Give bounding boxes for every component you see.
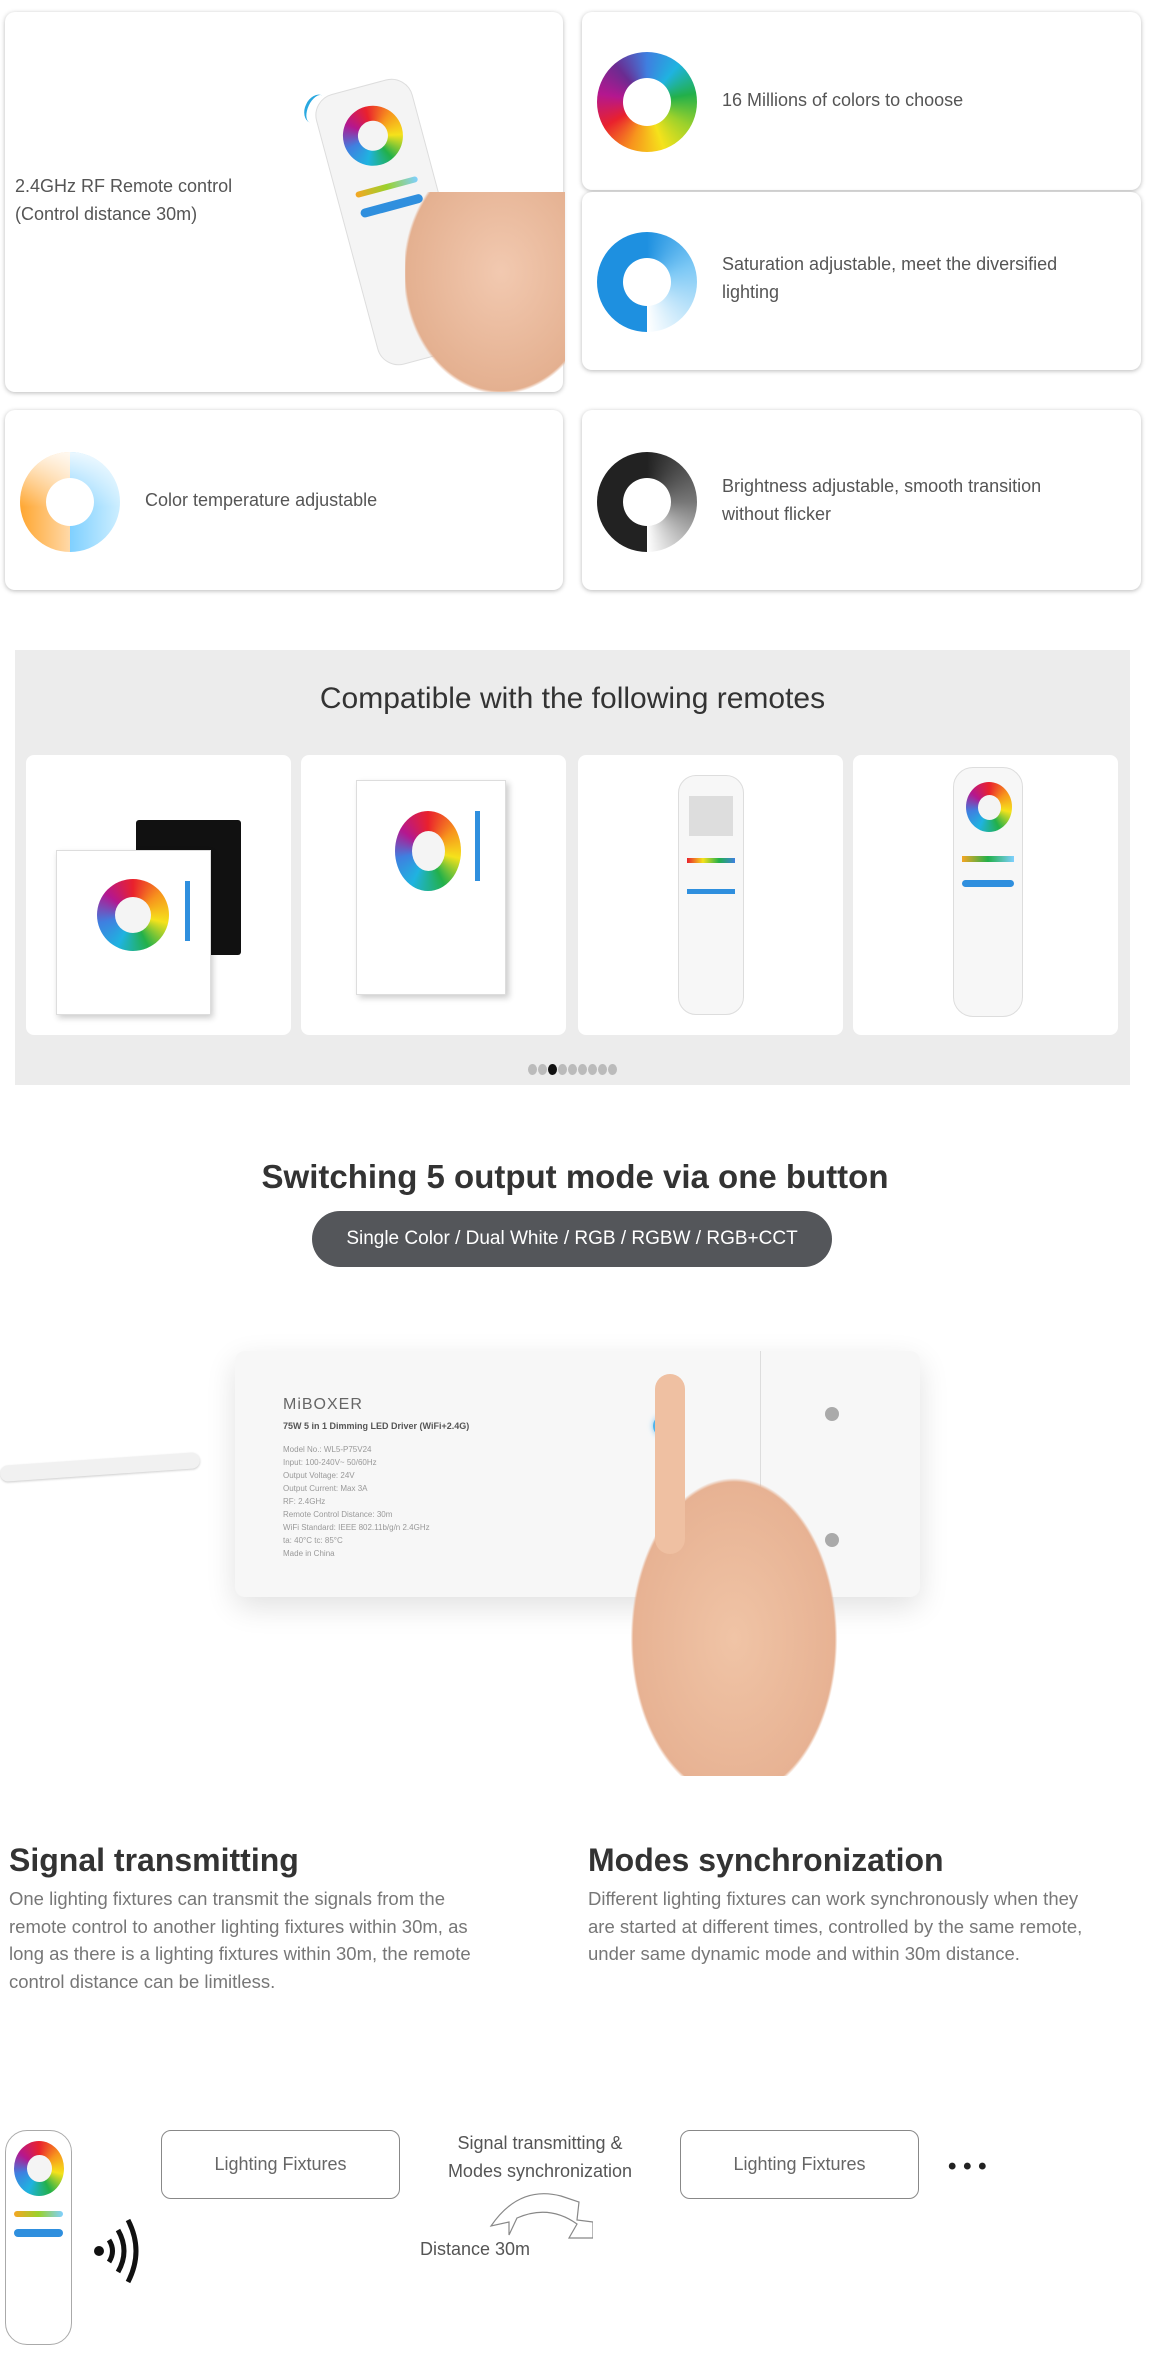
spec-line: WiFi Standard: IEEE 802.11b/g/n 2.4GHz	[283, 1523, 430, 1532]
spec-line: Made in China	[283, 1549, 335, 1558]
carousel-dot[interactable]	[558, 1064, 567, 1075]
carousel-dot[interactable]	[528, 1064, 537, 1075]
feature-brightness-text: Brightness adjustable, smooth transition…	[722, 472, 1041, 528]
feature-text-line: without flicker	[722, 504, 832, 524]
brand-logo: MiBOXER	[283, 1396, 363, 1413]
feature-text-line: 2.4GHz RF Remote control	[15, 176, 233, 196]
sync-text-line: are started at different times, controll…	[588, 1915, 1083, 1937]
hand-image	[405, 192, 565, 392]
color-temperature-ring-icon	[20, 452, 120, 552]
feature-text-line: Brightness adjustable, smooth transition	[722, 476, 1042, 496]
feature-saturation-text: Saturation adjustable, meet the diversif…	[722, 250, 1057, 306]
modes-title: Switching 5 output mode via one button	[261, 1158, 889, 1195]
feature-text-line: (Control distance 30m)	[15, 204, 198, 224]
spec-line: Model No.: WL5-P75V24	[283, 1445, 372, 1454]
hand-pressing-image	[580, 1384, 860, 1776]
modes-pill: Single Color / Dual White / RGB / RGBW /…	[312, 1211, 832, 1267]
carousel-dot[interactable]	[588, 1064, 597, 1075]
spec-line: Output Voltage: 24V	[283, 1471, 355, 1480]
signal-text-line: long as there is a lighting fixtures wit…	[9, 1943, 471, 1964]
led-driver-product-image: MiBOXER 75W 5 in 1 Dimming LED Driver (W…	[0, 1324, 1150, 1776]
feature-card-saturation: Saturation adjustable, meet the diversif…	[582, 192, 1141, 370]
saturation-ring-icon	[597, 232, 697, 332]
remote-card-touch[interactable]	[853, 755, 1118, 1035]
compatible-title: Compatible with the following remotes	[319, 682, 826, 715]
curved-arrow-icon	[489, 2193, 593, 2239]
signal-description: One lighting fixtures can transmit the s…	[9, 1885, 471, 1995]
feature-card-colors: 16 Millions of colors to choose	[582, 12, 1141, 190]
product-model-title: 75W 5 in 1 Dimming LED Driver (WiFi+2.4G…	[283, 1421, 470, 1431]
remote-card-lcd[interactable]	[578, 755, 843, 1035]
sync-description: Different lighting fixtures can work syn…	[588, 1885, 1082, 1968]
remote-card-panel-black-white[interactable]	[26, 755, 291, 1035]
carousel-dot[interactable]	[568, 1064, 577, 1075]
feature-remote-text: 2.4GHz RF Remote control 2.4GHz RF Remot…	[15, 172, 232, 228]
lighting-fixtures-box-1: Lighting Fixtures	[161, 2130, 400, 2199]
distance-label: Distance 30m	[420, 2239, 531, 2259]
signal-waves-icon	[94, 2218, 139, 2284]
center-text-line: Signal transmitting &	[457, 2133, 623, 2153]
spec-line: Input: 100-240V~ 50/60Hz	[283, 1458, 377, 1467]
brightness-ring-icon	[597, 452, 697, 552]
feature-cct-text: Color temperature adjustable	[145, 490, 378, 510]
carousel-dot[interactable]	[548, 1064, 557, 1075]
diagram-center-text: Signal transmitting & Modes synchronizat…	[420, 2129, 660, 2185]
feature-card-brightness: Brightness adjustable, smooth transition…	[582, 410, 1141, 590]
compatible-remotes-section: Compatible with the following remotes	[15, 650, 1130, 1085]
remote-illustration	[5, 2130, 72, 2345]
feature-card-remote: 2.4GHz RF Remote control 2.4GHz RF Remot…	[5, 12, 565, 392]
spec-line: ta: 40°C tc: 85°C	[283, 1536, 343, 1545]
rgb-color-ring-icon	[597, 52, 697, 152]
sync-title: Modes synchronization	[588, 1842, 944, 1878]
more-ellipsis: • • •	[948, 2153, 987, 2180]
spec-line: Output Current: Max 3A	[283, 1484, 368, 1493]
signal-text-line: remote control to another lighting fixtu…	[9, 1915, 468, 1937]
carousel-dot[interactable]	[578, 1064, 587, 1075]
product-specs: Model No.: WL5-P75V24 Input: 100-240V~ 50…	[283, 1443, 430, 1560]
feature-text-line: lighting	[722, 282, 780, 302]
spec-line: RF: 2.4GHz	[283, 1497, 326, 1506]
feature-text-line: Saturation adjustable, meet the diversif…	[722, 254, 1058, 274]
sync-text-line: under same dynamic mode and within 30m d…	[588, 1943, 1020, 1964]
lighting-fixtures-box-2: Lighting Fixtures	[680, 2130, 919, 2199]
feature-colors-text: 16 Millions of colors to choose	[722, 90, 964, 110]
feature-card-color-temperature: Color temperature adjustable	[5, 410, 563, 590]
carousel-dot[interactable]	[608, 1064, 617, 1075]
carousel-pagination	[15, 1064, 1130, 1076]
signal-title: Signal transmitting	[9, 1842, 299, 1878]
signal-text-line: control distance can be limitless.	[9, 1970, 276, 1992]
carousel-dot[interactable]	[598, 1064, 607, 1075]
remote-card-panel-white[interactable]	[301, 755, 566, 1035]
center-text-line: Modes synchronization	[447, 2161, 633, 2181]
sync-text-line: Different lighting fixtures can work syn…	[588, 1888, 1079, 1909]
spec-line: Remote Control Distance: 30m	[283, 1510, 393, 1519]
carousel-dot[interactable]	[538, 1064, 547, 1075]
signal-text-line: One lighting fixtures can transmit the s…	[9, 1888, 445, 1909]
